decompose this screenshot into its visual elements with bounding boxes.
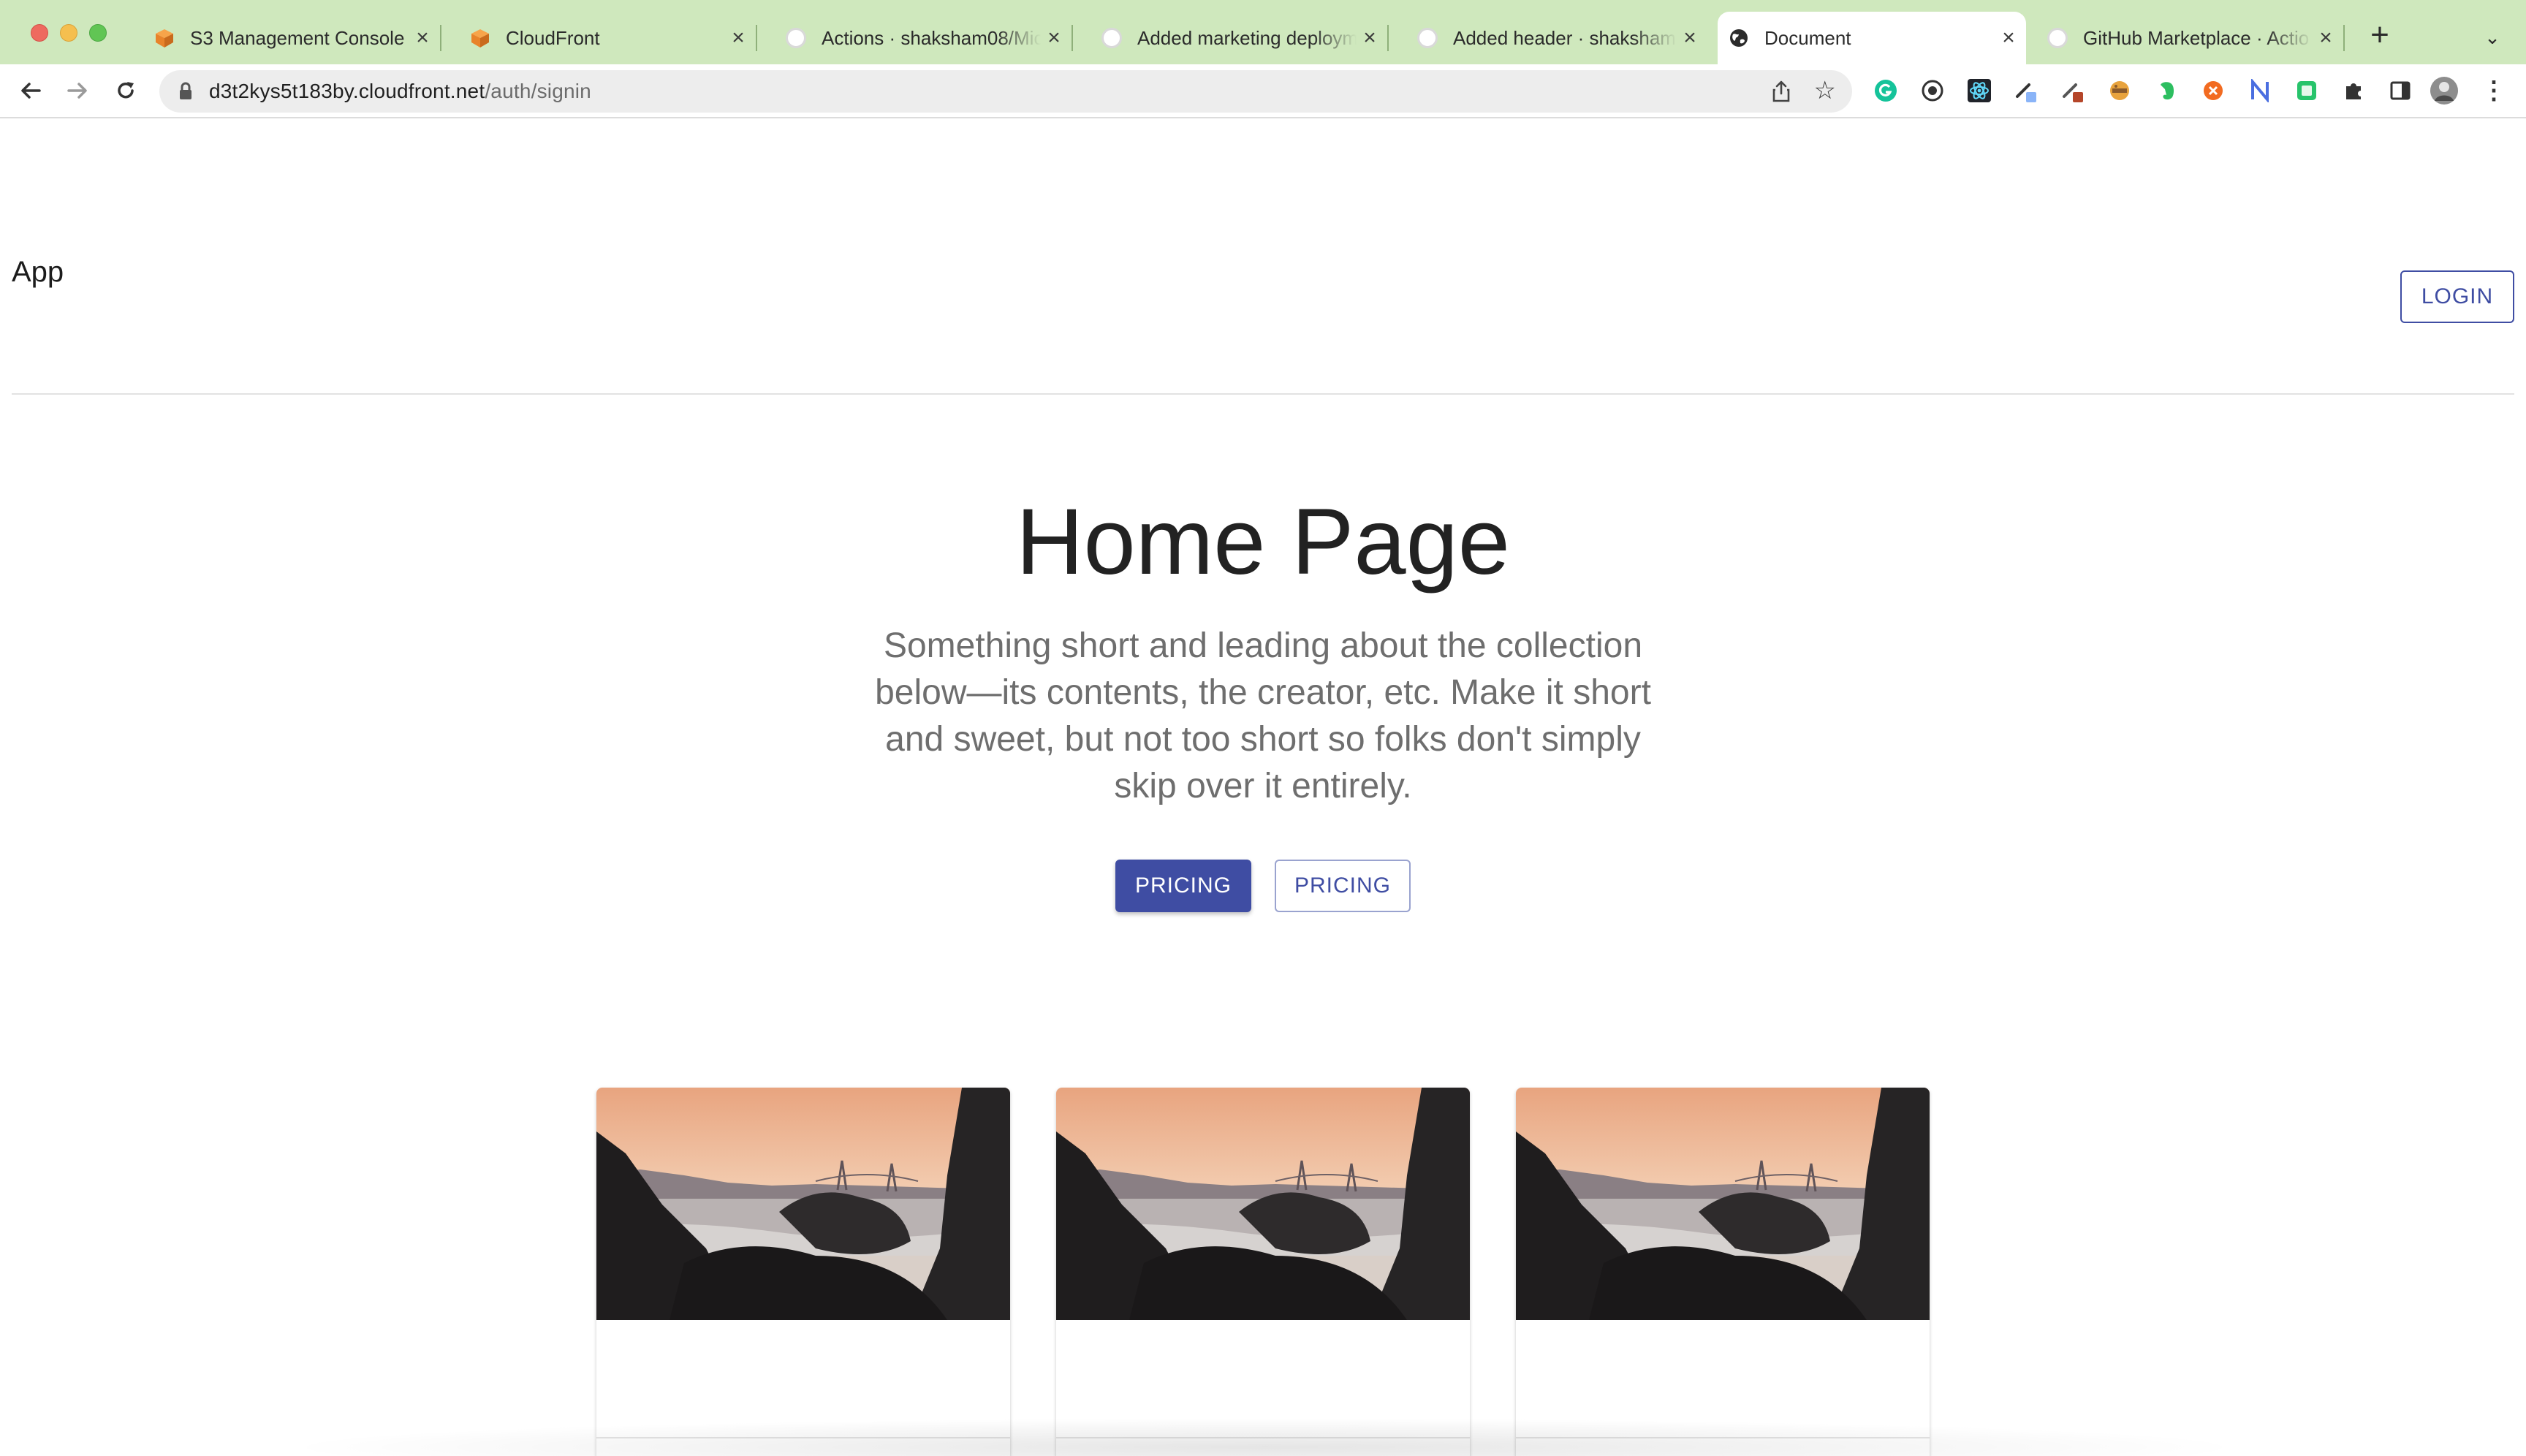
window-zoom-control[interactable] — [89, 24, 107, 42]
tab-title: Actions · shaksham08/Mic — [822, 26, 1041, 49]
address-bar[interactable]: d3t2kys5t183by.cloudfront.net/auth/signi… — [159, 70, 1852, 113]
hammer-tool-icon[interactable] — [2058, 76, 2087, 105]
github-icon — [2047, 27, 2068, 49]
browser-menu-icon[interactable]: ⋮ — [2479, 76, 2508, 105]
tab-separator — [1072, 25, 1073, 51]
tab-close-icon[interactable]: × — [1995, 25, 2022, 51]
tab-close-icon[interactable]: × — [409, 25, 436, 51]
url-host: d3t2kys5t183by.cloudfront.net — [209, 80, 485, 102]
tab-title: Added header · shaksham0 — [1453, 26, 1677, 49]
tab-search-chevron-icon[interactable]: ⌄ — [2479, 26, 2506, 53]
browser-toolbar: d3t2kys5t183by.cloudfront.net/auth/signi… — [0, 64, 2526, 118]
browser-tab-strip: S3 Management Console × CloudFront × Act… — [0, 0, 2526, 64]
scroll-shadow — [278, 1418, 2251, 1456]
puzzle-extensions-icon[interactable] — [2339, 76, 2368, 105]
page-title: Home Page — [1016, 490, 1510, 594]
back-arrow-icon[interactable] — [13, 73, 48, 108]
record-icon[interactable] — [1918, 76, 1947, 105]
tab-github-marketplace[interactable]: GitHub Marketplace · Actio × — [2036, 12, 2345, 64]
hero-description: Something short and leading about the co… — [875, 626, 1651, 805]
tab-separator — [440, 25, 441, 51]
tab-close-icon[interactable]: × — [1677, 25, 1703, 51]
side-panel-icon[interactable] — [2386, 76, 2415, 105]
tab-added-header[interactable]: Added header · shaksham0 × — [1406, 12, 1707, 64]
card — [596, 1088, 1010, 1456]
card-image — [1516, 1088, 1930, 1320]
tab-title: GitHub Marketplace · Actio — [2083, 26, 2310, 49]
eyedropper-icon[interactable] — [2011, 76, 2041, 105]
window-close-control[interactable] — [31, 24, 48, 42]
card — [1516, 1088, 1930, 1456]
tab-cloudfront[interactable]: CloudFront × — [459, 12, 757, 64]
tab-close-icon[interactable]: × — [725, 25, 751, 51]
grammarly-icon[interactable] — [1871, 76, 1900, 105]
orange-x-icon[interactable] — [2199, 76, 2228, 105]
tab-title: CloudFront — [506, 26, 600, 49]
forward-arrow-icon[interactable] — [60, 73, 95, 108]
tab-separator — [756, 25, 757, 51]
notion-n-icon[interactable] — [2245, 76, 2275, 105]
bookmark-star-icon[interactable]: ☆ — [1814, 77, 1836, 104]
github-icon — [785, 27, 807, 49]
card — [1056, 1088, 1470, 1456]
aws-cube-icon — [469, 27, 491, 49]
tab-s3-management-console[interactable]: S3 Management Console × — [143, 12, 441, 64]
url-path: /auth/signin — [485, 80, 591, 102]
reload-icon[interactable] — [108, 73, 143, 108]
green-square-icon[interactable] — [2292, 76, 2321, 105]
github-icon — [1416, 27, 1438, 49]
tab-added-marketing[interactable]: Added marketing deploym × — [1091, 12, 1389, 64]
url-text: d3t2kys5t183by.cloudfront.net/auth/signi… — [209, 80, 591, 103]
tab-title: S3 Management Console — [190, 26, 405, 49]
evernote-icon[interactable] — [2152, 76, 2181, 105]
login-button[interactable]: LOGIN — [2400, 270, 2514, 323]
pricing-secondary-button[interactable]: PRICING — [1275, 860, 1411, 912]
github-icon — [1101, 27, 1123, 49]
tab-close-icon[interactable]: × — [1041, 25, 1067, 51]
pricing-primary-button[interactable]: PRICING — [1115, 860, 1251, 912]
aws-cube-icon — [153, 27, 175, 49]
lock-icon — [180, 82, 191, 99]
tab-close-icon[interactable]: × — [1357, 25, 1383, 51]
react-devtools-icon[interactable] — [1965, 76, 1994, 105]
tab-document[interactable]: Document × — [1718, 12, 2026, 64]
globe-icon — [1728, 27, 1750, 49]
card-image — [1056, 1088, 1470, 1320]
card-image — [596, 1088, 1010, 1320]
share-icon[interactable] — [1769, 79, 1794, 104]
tab-title: Document — [1764, 26, 1851, 49]
tab-actions[interactable]: Actions · shaksham08/Mic × — [775, 12, 1073, 64]
window-minimize-control[interactable] — [60, 24, 77, 42]
app-title: App — [12, 256, 64, 288]
tab-separator — [2343, 25, 2345, 51]
header-divider — [12, 393, 2514, 395]
new-tab-plus-icon[interactable]: + — [2365, 19, 2394, 51]
cookie-icon[interactable] — [2105, 76, 2134, 105]
tab-separator — [1387, 25, 1389, 51]
tab-close-icon[interactable]: × — [2313, 25, 2339, 51]
tab-title: Added marketing deploym — [1137, 26, 1357, 49]
profile-avatar-icon[interactable] — [2430, 76, 2459, 105]
